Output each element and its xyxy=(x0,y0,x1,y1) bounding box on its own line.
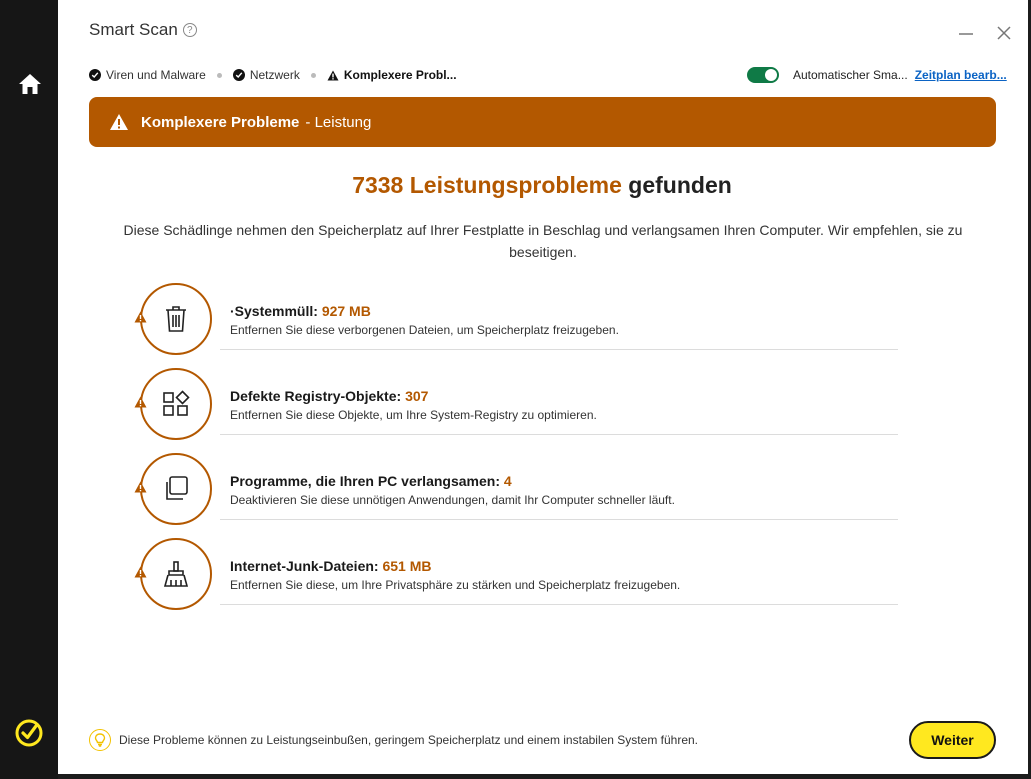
warning-icon xyxy=(327,70,339,80)
issue-internet-junk[interactable]: Internet-Junk-Dateien: 651 MB Entfernen … xyxy=(134,538,898,618)
issue-value: 307 xyxy=(405,388,429,404)
minimize-icon xyxy=(959,33,973,35)
issue-registry[interactable]: Defekte Registry-Objekte: 307 Entfernen … xyxy=(134,368,898,448)
issue-icon-circle xyxy=(140,453,212,525)
scan-steps: Viren und Malware Netzwerk Komplexere Pr… xyxy=(89,68,457,82)
lightbulb-icon xyxy=(89,729,111,751)
issue-count: 7338 xyxy=(352,172,404,198)
step-separator xyxy=(216,72,222,78)
issue-category-text: Leistungsprobleme xyxy=(409,172,622,198)
issue-title: Defekte Registry-Objekte: 307 xyxy=(230,388,597,404)
step-label: Viren und Malware xyxy=(106,68,206,82)
banner-subtitle: - Leistung xyxy=(305,113,372,131)
issue-subtitle: Entfernen Sie diese Objekte, um Ihre Sys… xyxy=(230,408,597,422)
auto-schedule: Automatischer Sma... Zeitplan bearb... xyxy=(747,67,1007,83)
next-button[interactable]: Weiter xyxy=(909,721,996,759)
issue-title: Internet-Junk-Dateien: 651 MB xyxy=(230,558,680,574)
issue-slow-programs[interactable]: Programme, die Ihren PC verlangsamen: 4 … xyxy=(134,453,898,533)
home-button[interactable] xyxy=(16,70,44,98)
help-icon-glyph: ? xyxy=(187,24,193,36)
issue-title-label: ·Systemmüll: xyxy=(230,303,318,319)
window-title: Smart Scan ? xyxy=(89,20,197,40)
issue-title: ·Systemmüll: 927 MB xyxy=(230,303,619,319)
norton-logo-icon xyxy=(14,718,44,748)
issue-value: 651 MB xyxy=(382,558,432,574)
check-circle-icon xyxy=(232,69,245,81)
issue-subtitle: Deaktivieren Sie diese unnötigen Anwendu… xyxy=(230,493,675,507)
footer-hint-text: Diese Probleme können zu Leistungseinbuß… xyxy=(119,733,699,747)
minimize-button[interactable] xyxy=(957,24,975,42)
warning-icon xyxy=(134,480,147,498)
check-circle-icon xyxy=(89,69,101,81)
issue-icon-circle xyxy=(140,283,212,355)
step-separator xyxy=(310,72,316,78)
close-icon xyxy=(997,26,1011,40)
window-title-text: Smart Scan xyxy=(89,20,178,39)
issue-text: ·Systemmüll: 927 MB Entfernen Sie diese … xyxy=(230,303,619,337)
main-panel: Smart Scan ? Viren und Malware Netzwerk xyxy=(58,0,1028,774)
divider xyxy=(220,604,898,605)
issue-subtitle: Entfernen Sie diese, um Ihre Privatsphär… xyxy=(230,578,681,592)
issue-title: Programme, die Ihren PC verlangsamen: 4 xyxy=(230,473,675,489)
warning-icon xyxy=(134,310,147,328)
step-netzwerk: Netzwerk xyxy=(232,68,300,82)
issue-icon-circle xyxy=(140,368,212,440)
divider xyxy=(220,519,898,520)
auto-scan-label: Automatischer Sma... xyxy=(793,68,908,82)
issue-title-label: Defekte Registry-Objekte: xyxy=(230,388,402,404)
registry-icon xyxy=(163,390,190,416)
headline-rest: gefunden xyxy=(628,172,732,198)
results-description: Diese Schädlinge nehmen den Speicherplat… xyxy=(123,222,963,260)
divider xyxy=(220,349,898,350)
issue-title-label: Programme, die Ihren PC verlangsamen: xyxy=(230,473,500,489)
issue-subtitle: Entfernen Sie diese verborgenen Dateien,… xyxy=(230,323,619,337)
broom-icon xyxy=(163,561,189,587)
step-viren-malware: Viren und Malware xyxy=(89,68,206,82)
warning-icon xyxy=(109,113,129,131)
issue-system-junk[interactable]: ·Systemmüll: 927 MB Entfernen Sie diese … xyxy=(134,283,898,363)
trash-icon xyxy=(166,306,186,332)
edit-schedule-link[interactable]: Zeitplan bearb... xyxy=(915,68,1007,82)
warning-icon xyxy=(134,395,147,413)
issue-value: 4 xyxy=(503,473,512,489)
help-icon[interactable]: ? xyxy=(182,23,197,37)
warning-icon xyxy=(134,565,147,583)
divider xyxy=(220,434,898,435)
results-headline: 7338 Leistungsprobleme gefunden xyxy=(58,172,1026,199)
issue-text: Programme, die Ihren PC verlangsamen: 4 … xyxy=(230,473,675,507)
issue-value: 927 MB xyxy=(321,303,371,319)
step-komplexere-probleme: Komplexere Probl... xyxy=(327,68,457,82)
category-banner: Komplexere Probleme - Leistung xyxy=(89,97,996,147)
banner-title: Komplexere Probleme xyxy=(141,113,300,131)
sidebar xyxy=(0,0,58,779)
issue-text: Defekte Registry-Objekte: 307 Entfernen … xyxy=(230,388,597,422)
close-button[interactable] xyxy=(995,24,1013,42)
step-label: Komplexere Probl... xyxy=(343,68,457,82)
home-icon xyxy=(19,74,41,94)
programs-icon xyxy=(166,476,188,500)
issue-icon-circle xyxy=(140,538,212,610)
issue-text: Internet-Junk-Dateien: 651 MB Entfernen … xyxy=(230,558,680,592)
issue-title-label: Internet-Junk-Dateien: xyxy=(230,558,379,574)
step-label: Netzwerk xyxy=(249,68,300,82)
footer-hint: Diese Probleme können zu Leistungseinbuß… xyxy=(89,729,698,751)
auto-scan-toggle[interactable] xyxy=(747,67,779,83)
